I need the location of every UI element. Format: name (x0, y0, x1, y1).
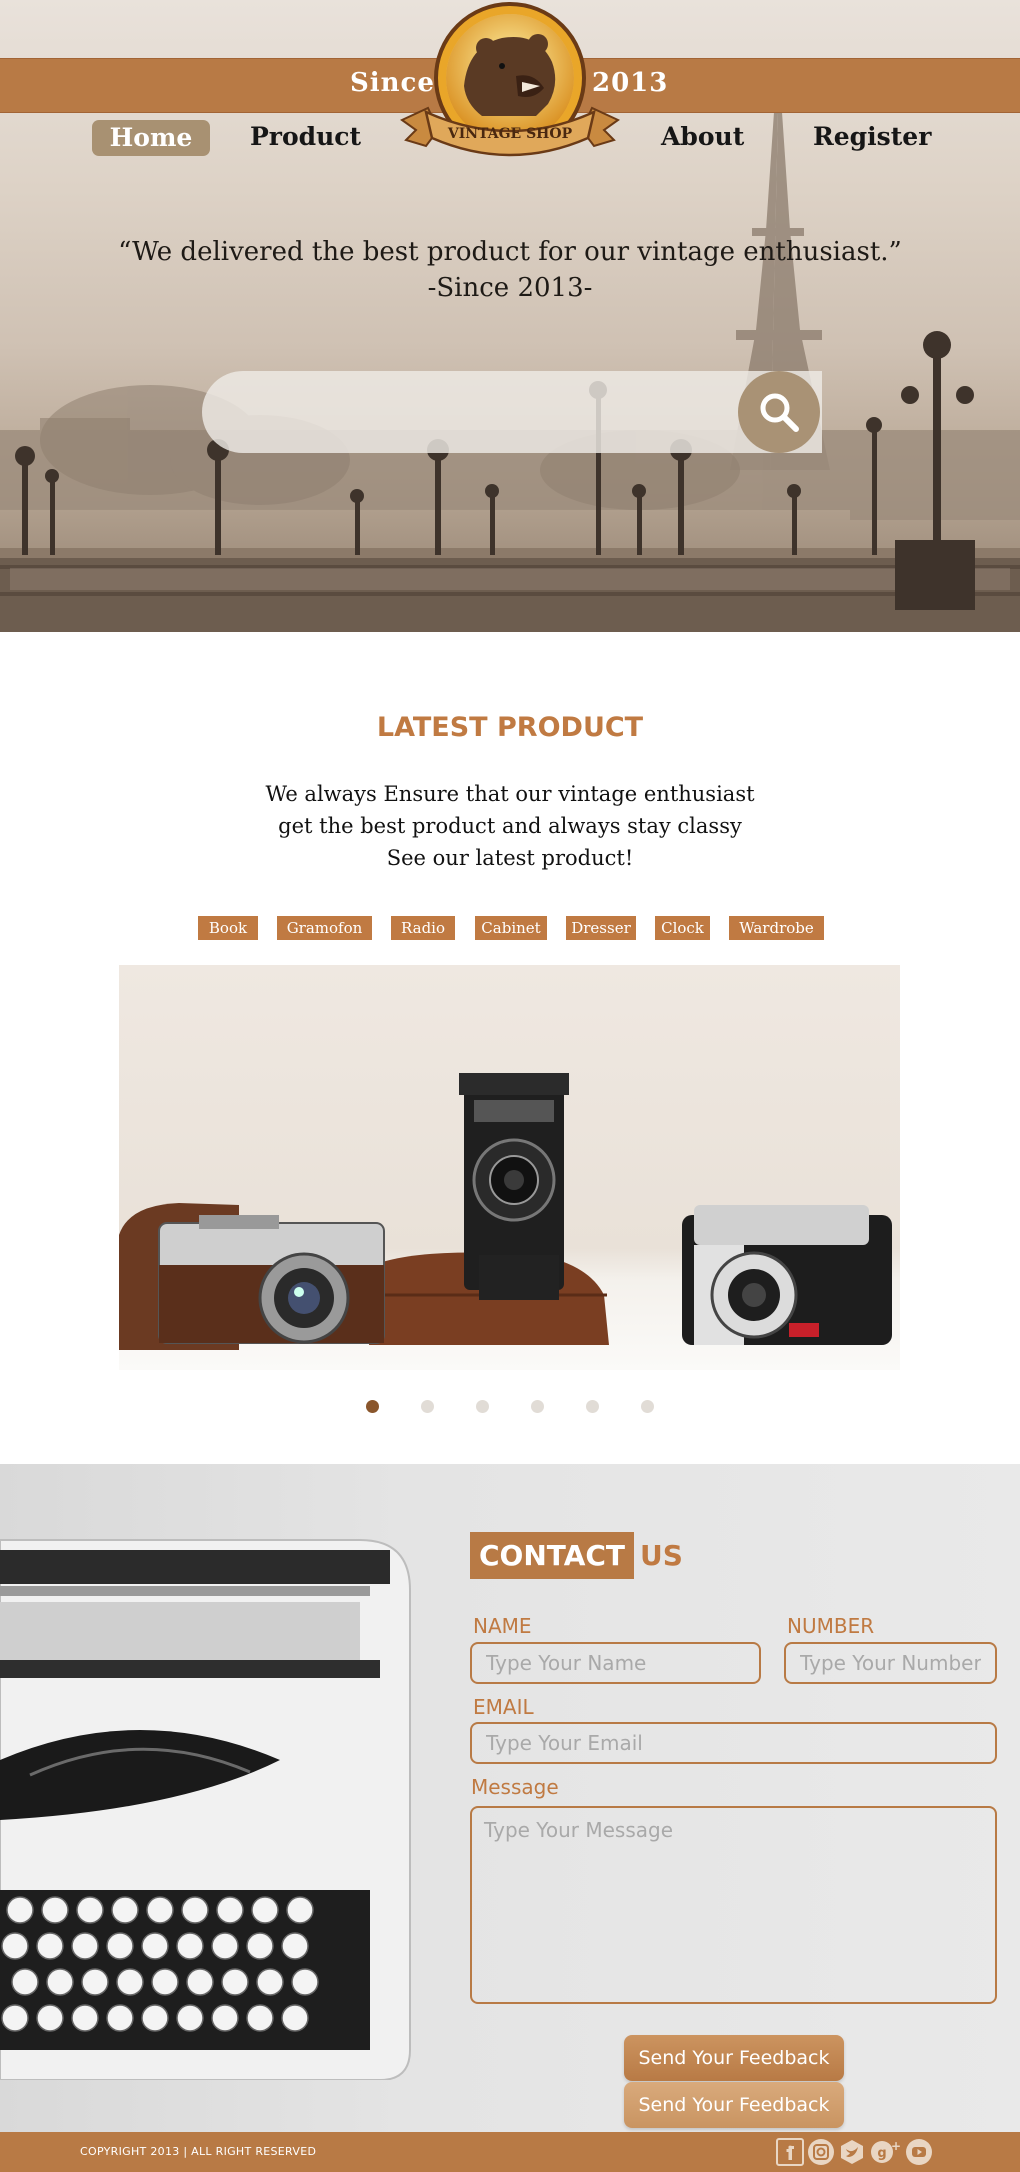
category-cabinet[interactable]: Cabinet (475, 916, 547, 940)
twitter-icon[interactable] (838, 2138, 866, 2166)
facebook-icon[interactable] (776, 2138, 804, 2166)
hero-quote-line: “We delivered the best product for our v… (118, 237, 902, 267)
number-field[interactable] (784, 1642, 997, 1684)
latest-product-description: We always Ensure that our vintage enthus… (0, 778, 1020, 874)
category-dresser[interactable]: Dresser (566, 916, 636, 940)
hero-quote-since: -Since 2013- (427, 273, 593, 303)
email-field[interactable] (470, 1722, 997, 1764)
send-feedback-button-hover[interactable]: Send Your Feedback (624, 2082, 844, 2128)
search-input[interactable] (228, 388, 728, 436)
nav-home[interactable]: Home (92, 120, 210, 156)
latest-product-title: LATEST PRODUCT (376, 712, 644, 743)
email-label: EMAIL (473, 1695, 534, 1719)
vintage-cameras-photo (119, 1073, 892, 1350)
name-label: NAME (473, 1614, 532, 1638)
logo-text: VINTAGE SHOP (447, 126, 573, 142)
search-button[interactable] (738, 371, 820, 453)
youtube-icon[interactable] (905, 2138, 933, 2166)
hero-quote: “We delivered the best product for our v… (0, 234, 1020, 306)
contact-title-part1: CONTACT (470, 1532, 635, 1579)
product-slider[interactable] (119, 965, 900, 1370)
slider-dot-2[interactable] (421, 1400, 434, 1413)
category-clock[interactable]: Clock (655, 916, 710, 940)
nav-about[interactable]: About (661, 118, 744, 156)
category-book[interactable]: Book (198, 916, 258, 940)
slider-dot-5[interactable] (586, 1400, 599, 1413)
category-gramofon[interactable]: Gramofon (277, 916, 372, 940)
category-wardrobe[interactable]: Wardrobe (729, 916, 824, 940)
search-icon (760, 393, 799, 432)
svg-text:g: g (877, 2146, 886, 2161)
contact-title: CONTACT US (470, 1532, 683, 1579)
latest-desc-line: We always Ensure that our vintage enthus… (265, 782, 755, 806)
message-label: Message (471, 1775, 559, 1799)
copyright-text: COPYRIGHT 2013 | ALL RIGHT RESERVED (80, 2145, 317, 2158)
send-feedback-button[interactable]: Send Your Feedback (624, 2035, 844, 2081)
instagram-icon[interactable] (807, 2138, 835, 2166)
slider-dot-4[interactable] (531, 1400, 544, 1413)
name-field[interactable] (470, 1642, 761, 1684)
slider-dot-1[interactable] (366, 1400, 379, 1413)
typewriter-photo (0, 1539, 411, 2080)
slider-dot-3[interactable] (476, 1400, 489, 1413)
nav-product[interactable]: Product (250, 118, 361, 156)
vintage-shop-logo[interactable]: VINTAGE SHOP (398, 0, 622, 162)
number-label: NUMBER (787, 1614, 875, 1638)
nav-register[interactable]: Register (813, 118, 931, 156)
svg-text:+: + (891, 2139, 901, 2153)
latest-desc-line: See our latest product! (386, 846, 634, 870)
slider-dot-6[interactable] (641, 1400, 654, 1413)
latest-desc-line: get the best product and always stay cla… (278, 814, 742, 838)
category-radio[interactable]: Radio (391, 916, 455, 940)
contact-title-part2: US (640, 1539, 683, 1572)
google-plus-icon[interactable]: g + (870, 2138, 902, 2166)
message-field[interactable] (470, 1806, 997, 2004)
